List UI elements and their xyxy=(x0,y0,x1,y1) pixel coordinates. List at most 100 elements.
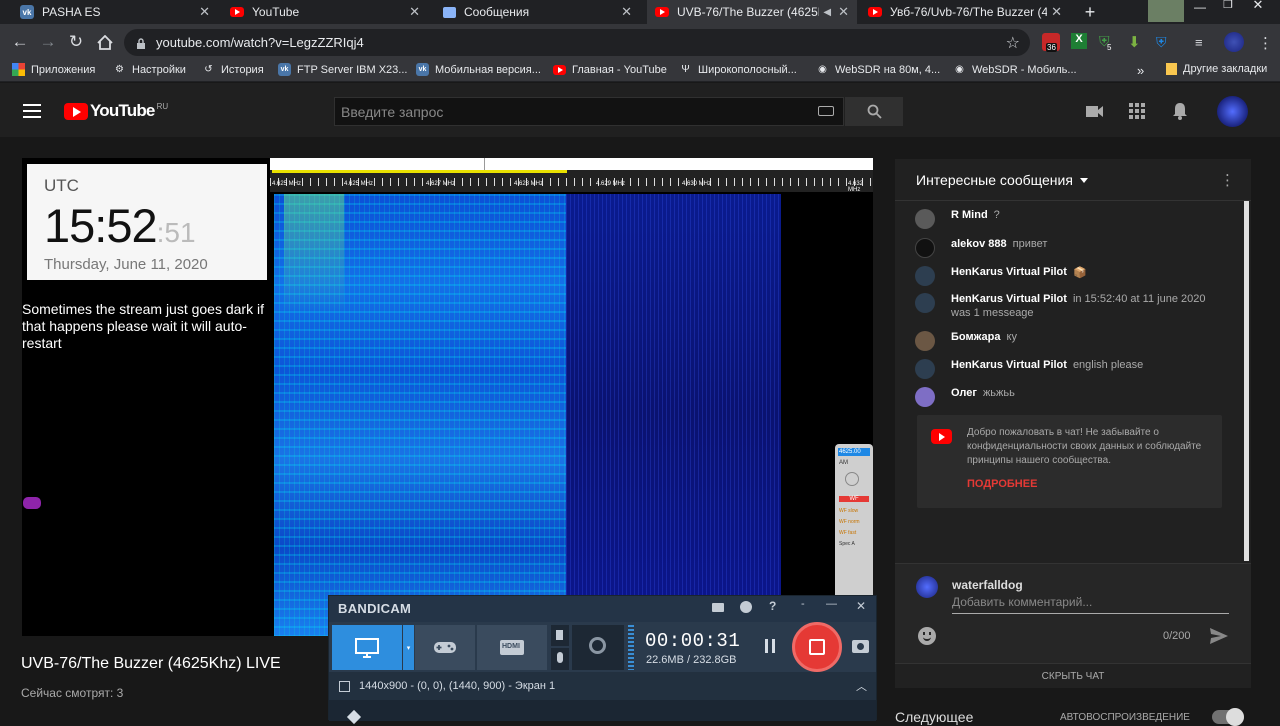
chat-author[interactable]: HenKarus Virtual Pilot xyxy=(951,293,1067,305)
sdr-option: WF norm xyxy=(839,519,860,525)
tab-youtube[interactable]: YouTube ✕ xyxy=(222,0,428,24)
hamburger-menu-icon[interactable] xyxy=(23,104,41,118)
bookmark-star-icon[interactable]: ☆ xyxy=(1006,33,1020,53)
sdr-mode: AM xyxy=(839,460,848,466)
reading-list-icon[interactable]: ≡ xyxy=(1195,35,1211,50)
bookmark-websdr-80m[interactable]: ◉ WebSDR на 80м, 4... xyxy=(816,63,940,76)
screen-mode-button[interactable] xyxy=(332,625,402,670)
create-video-icon[interactable] xyxy=(1086,105,1104,118)
bookmark-history[interactable]: ↺ История xyxy=(202,63,263,76)
emoji-icon[interactable] xyxy=(918,627,936,645)
close-tab-icon[interactable]: ✕ xyxy=(199,4,210,20)
tab-uvb76-2[interactable]: Увб-76/Uvb-76/The Buzzer (4625 ✕ xyxy=(860,0,1070,24)
home-icon[interactable] xyxy=(93,30,117,54)
chat-welcome-card: Добро пожаловать в чат! Не забывайте о к… xyxy=(917,415,1222,508)
webcam-icon xyxy=(589,637,606,654)
reload-icon[interactable]: ↻ xyxy=(64,30,88,54)
chat-text: in 15:52:40 at 11 june 2020 xyxy=(1072,293,1206,305)
minimize-icon[interactable]: — xyxy=(826,598,837,610)
close-tab-icon[interactable]: ✕ xyxy=(838,4,849,20)
chat-mode-dropdown[interactable]: Интересные сообщения xyxy=(916,172,1088,188)
game-mode-button[interactable] xyxy=(415,625,475,670)
avatar xyxy=(915,266,935,286)
bookmark-settings[interactable]: ⚙ Настройки xyxy=(113,63,186,76)
chat-author[interactable]: R Mind xyxy=(951,209,988,221)
bookmark-ftp[interactable]: vk FTP Server IBM X23... xyxy=(278,63,407,76)
hide-chat-button[interactable]: СКРЫТЬ ЧАТ xyxy=(895,663,1251,688)
chat-icon xyxy=(442,5,456,19)
youtube-logo-icon xyxy=(64,102,88,120)
vpn-extension-icon[interactable]: ⛨ xyxy=(1156,34,1171,50)
chat-menu-kebab-icon[interactable]: ⋮ xyxy=(1220,171,1235,189)
chat-author[interactable]: Бомжара xyxy=(951,331,1001,343)
close-icon[interactable]: ✕ xyxy=(856,599,866,613)
back-arrow-icon[interactable]: ← xyxy=(8,30,32,54)
chat-author[interactable]: alekov 888 xyxy=(951,238,1007,250)
stop-icon xyxy=(809,639,825,655)
help-icon[interactable]: ? xyxy=(769,599,776,613)
tab-uvb76-active[interactable]: UVB-76/The Buzzer (4625Kh ◀ ✕ xyxy=(647,0,857,24)
recording-timer: 00:00:31 xyxy=(645,630,741,652)
close-window-icon[interactable]: ✕ xyxy=(1246,0,1270,12)
new-tab-button[interactable]: + xyxy=(1080,0,1100,24)
search-input[interactable]: Введите запрос xyxy=(334,97,844,126)
youtube-region: RU xyxy=(156,101,169,111)
chat-message-input[interactable]: Добавить комментарий... xyxy=(952,595,1229,614)
maximize-icon[interactable]: ❐ xyxy=(1218,0,1238,12)
bookmark-websdr-mobile[interactable]: ◉ WebSDR - Мобиль... xyxy=(953,63,1076,76)
notifications-bell-icon[interactable] xyxy=(1172,102,1188,120)
close-tab-icon[interactable]: ✕ xyxy=(409,4,420,20)
chat-scrollbar[interactable] xyxy=(1243,201,1251,561)
tab-messages[interactable]: Сообщения ✕ xyxy=(434,0,640,24)
other-bookmarks[interactable]: Другие закладки xyxy=(1166,63,1267,75)
hdmi-mode-button[interactable]: HDMI xyxy=(477,625,547,670)
bookmark-youtube-home[interactable]: Главная - YouTube xyxy=(553,63,667,76)
clock-icon[interactable] xyxy=(740,601,752,613)
tab-title: Сообщения xyxy=(464,5,530,19)
folder-icon[interactable] xyxy=(712,603,724,612)
apps-grid-icon[interactable] xyxy=(1129,103,1145,119)
gear-icon: ⚙ xyxy=(115,64,124,75)
forward-arrow-icon[interactable]: → xyxy=(36,30,60,54)
chat-author[interactable]: HenKarus Virtual Pilot xyxy=(951,359,1067,371)
close-tab-icon[interactable]: ✕ xyxy=(621,4,632,20)
screen-mode-dropdown[interactable]: ▾ xyxy=(403,625,414,670)
avatar xyxy=(915,359,935,379)
webcam-toggle[interactable] xyxy=(572,625,624,670)
profile-avatar[interactable] xyxy=(1224,32,1244,52)
close-tab-icon[interactable]: ✕ xyxy=(1051,4,1062,20)
tab-pasha-es[interactable]: vk PASHA ES ✕ xyxy=(12,0,218,24)
freq-tick-label: 4.627 MHz xyxy=(426,181,456,187)
minimize-icon[interactable]: — xyxy=(1190,0,1210,14)
excel-extension-icon[interactable]: X xyxy=(1071,33,1087,49)
speaker-toggle[interactable] xyxy=(551,625,569,646)
youtube-icon xyxy=(931,429,952,444)
send-icon[interactable] xyxy=(1209,627,1229,645)
download-extension-icon[interactable]: ⬇ xyxy=(1128,33,1144,51)
bookmark-apps[interactable]: Приложения xyxy=(12,63,95,76)
learn-more-link[interactable]: ПОДРОБНЕЕ xyxy=(967,478,1037,490)
address-bar[interactable]: youtube.com/watch?v=LegzZZRIqj4 ☆ xyxy=(124,29,1030,56)
stop-record-button[interactable] xyxy=(792,622,842,672)
shield-extension-icon[interactable]: ⛨ 5 xyxy=(1099,33,1117,52)
chat-scrollbar-thumb[interactable] xyxy=(1244,201,1249,561)
search-button[interactable] xyxy=(845,97,903,126)
menu-kebab-icon[interactable]: ⋮ xyxy=(1258,34,1273,52)
camera-icon[interactable] xyxy=(852,640,869,653)
chevron-up-icon[interactable]: ︿ xyxy=(856,678,867,694)
bookmark-mobile-vk[interactable]: vk Мобильная версия... xyxy=(416,63,541,76)
bookmarks-overflow[interactable]: » xyxy=(1137,63,1144,78)
adblock-extension-icon[interactable]: 36 xyxy=(1042,33,1060,52)
chat-author[interactable]: HenKarus Virtual Pilot xyxy=(951,266,1067,278)
mic-toggle[interactable] xyxy=(551,648,569,670)
youtube-logo[interactable]: YouTube RU xyxy=(64,101,168,121)
autoplay-toggle[interactable] xyxy=(1212,708,1244,726)
chat-author[interactable]: Олег xyxy=(951,387,977,399)
avatar xyxy=(915,331,935,351)
tab-title: UVB-76/The Buzzer (4625Kh xyxy=(677,5,820,19)
pause-button[interactable] xyxy=(763,639,777,653)
collapse-icon[interactable]: - xyxy=(801,598,805,610)
account-avatar[interactable] xyxy=(1217,96,1248,127)
bookmark-wideband[interactable]: Ψ Широкополосный... xyxy=(679,63,797,76)
keyboard-icon[interactable] xyxy=(818,106,834,116)
